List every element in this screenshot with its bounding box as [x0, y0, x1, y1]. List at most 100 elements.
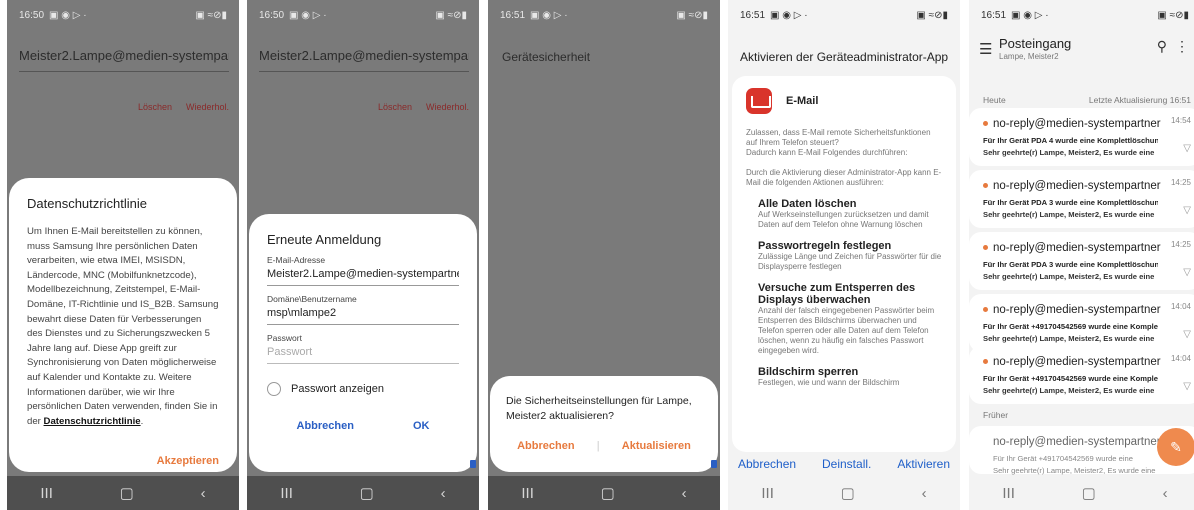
notification-icons: ▣ ◉ ▷ ·: [1011, 9, 1049, 21]
delete-button: Löschen: [137, 102, 172, 112]
cancel-button[interactable]: Abbrechen: [517, 440, 574, 452]
back-button[interactable]: ‹: [1163, 485, 1168, 502]
flag-icon[interactable]: ▽: [1183, 205, 1191, 216]
permission-title: Bildschirm sperren: [758, 366, 859, 378]
show-password-row[interactable]: Passwort anzeigen: [267, 382, 459, 396]
back-button[interactable]: ‹: [682, 485, 687, 502]
back-button[interactable]: ‹: [201, 485, 206, 502]
admin-intro-2: Dadurch kann E-Mail Folgendes durchführe…: [746, 148, 908, 157]
button-divider: |: [596, 440, 600, 452]
admin-permissions-card: E-Mail Zulassen, dass E-Mail remote Sich…: [732, 76, 956, 452]
nav-bar: III ▢ ‹: [488, 476, 720, 510]
flag-icon[interactable]: ▽: [1183, 381, 1191, 392]
domain-input[interactable]: msp\mlampe2: [267, 304, 459, 325]
mail-time: 14:25: [1170, 178, 1191, 187]
system-status-icons: ▣ ≈⊘▮: [1157, 9, 1189, 21]
permission-item: Alle Daten löschen Auf Werkseinstellunge…: [746, 198, 942, 230]
mail-item[interactable]: no-reply@medien-systempartner.de 14:04 F…: [969, 346, 1194, 404]
recent-apps-button[interactable]: III: [521, 485, 534, 502]
mail-item[interactable]: no-reply@medien-systempartner.de 14:25 F…: [969, 232, 1194, 290]
system-status-icons: ▣ ≈⊘▮: [916, 9, 948, 21]
recent-apps-button[interactable]: III: [280, 485, 293, 502]
dialog-title: Erneute Anmeldung: [267, 232, 382, 247]
home-button[interactable]: ▢: [120, 484, 134, 502]
permission-desc: Zulässige Länge und Zeichen für Passwört…: [758, 252, 942, 271]
system-status-icons: ▣ ≈⊘▮: [435, 9, 467, 21]
mail-item[interactable]: no-reply@medien-systempartner.de 14:54 F…: [969, 108, 1194, 166]
home-button[interactable]: ▢: [841, 484, 855, 502]
privacy-policy-link[interactable]: Datenschutzrichtlinie: [44, 416, 141, 427]
back-button[interactable]: ‹: [922, 485, 927, 502]
more-options-icon[interactable]: ⋮: [1175, 38, 1189, 55]
recent-apps-button[interactable]: III: [40, 485, 53, 502]
mail-preview: Sehr geehrte(r) Lampe, Meister2, Es wurd…: [983, 386, 1155, 395]
today-label: Heute: [983, 95, 1006, 105]
system-status-icons: ▣ ≈⊘▮: [676, 9, 708, 21]
compose-button[interactable]: ✎: [1157, 428, 1194, 466]
mail-sender: no-reply@medien-systempartner.de: [993, 241, 1161, 254]
mail-item[interactable]: no-reply@medien-systempartner.de 14:25 F…: [969, 170, 1194, 228]
back-button[interactable]: ‹: [441, 485, 446, 502]
mail-time: 14:25: [1170, 240, 1191, 249]
status-bar: 16:51 ▣ ◉ ▷ · ▣ ≈⊘▮: [969, 0, 1194, 30]
privacy-dialog: Datenschutzrichtlinie Um Ihnen E-Mail be…: [9, 178, 237, 472]
accept-button[interactable]: Akzeptieren: [157, 455, 219, 467]
uninstall-button[interactable]: Deinstall.: [822, 457, 871, 471]
admin-intro: Zulassen, dass E-Mail remote Sicherheits…: [746, 128, 931, 147]
mail-time: 14:04: [1170, 354, 1191, 363]
recent-apps-button[interactable]: III: [761, 485, 774, 502]
status-bar: 16:51 ▣ ◉ ▷ · ▣ ≈⊘▮: [728, 0, 960, 30]
email-address-field: Meister2.Lampe@medien-systempartner.de: [19, 48, 229, 72]
notification-icons: ▣ ◉ ▷ ·: [530, 9, 568, 21]
phone-screen-inbox: 16:51 ▣ ◉ ▷ · ▣ ≈⊘▮ ☰ Posteingang Lampe, …: [969, 0, 1194, 510]
home-button[interactable]: ▢: [601, 484, 615, 502]
home-button[interactable]: ▢: [360, 484, 374, 502]
permission-desc: Anzahl der falsch eingegebenen Passwörte…: [758, 306, 935, 355]
home-button[interactable]: ▢: [1082, 484, 1096, 502]
dialog-body: Um Ihnen E-Mail bereitstellen zu können,…: [27, 226, 219, 427]
mail-subject: Für Ihr Gerät PDA 3 wurde eine Komplettl…: [983, 198, 1158, 207]
repeat-button: Wiederhol.: [425, 102, 469, 112]
security-update-dialog: Die Sicherheitseinstellungen für Lampe, …: [490, 376, 718, 472]
mail-preview: Sehr geehrte(r) Lampe, Meister2, Es wurd…: [983, 272, 1155, 281]
nav-bar: III ▢ ‹: [969, 476, 1194, 510]
notification-icons: ▣ ◉ ▷ ·: [289, 9, 327, 21]
mail-sender: no-reply@medien-systempartner.de: [993, 303, 1161, 316]
ok-button[interactable]: OK: [413, 420, 430, 432]
mail-subject: Für Ihr Gerät +491704542569 wurde eine K…: [983, 374, 1158, 383]
page-title: Gerätesicherheit: [502, 50, 591, 64]
last-update-label: Letzte Aktualisierung 16:51: [1088, 95, 1191, 105]
clock: 16:51: [740, 9, 766, 21]
search-icon[interactable]: ⚲: [1157, 38, 1167, 55]
mail-item[interactable]: no-reply@medien-systempartner.de 14:04 F…: [969, 294, 1194, 352]
update-button[interactable]: Aktualisieren: [622, 440, 691, 452]
background-buttons: Löschen Wiederhol.: [378, 102, 469, 112]
clock: 16:50: [19, 9, 45, 21]
mail-sender: no-reply@medien-systempartner.de: [993, 179, 1161, 192]
recent-apps-button[interactable]: III: [1002, 485, 1015, 502]
mail-sender: no-reply@medien-systempartner.de: [993, 117, 1161, 130]
cancel-button[interactable]: Abbrechen: [297, 420, 354, 432]
flag-icon[interactable]: ▽: [1183, 267, 1191, 278]
permission-title: Passwortregeln festlegen: [758, 240, 892, 252]
flag-icon[interactable]: ▽: [1183, 143, 1191, 154]
flag-icon[interactable]: ▽: [1183, 329, 1191, 340]
status-bar: 16:50 ▣ ◉ ▷ · ▣ ≈⊘▮: [247, 0, 479, 30]
phone-screen-relogin: 16:50 ▣ ◉ ▷ · ▣ ≈⊘▮ Meister2.Lampe@medien…: [247, 0, 479, 510]
clock: 16:51: [500, 9, 526, 21]
privacy-text: Um Ihnen E-Mail bereitstellen zu können,…: [27, 226, 219, 427]
show-password-radio[interactable]: [267, 382, 281, 396]
cancel-button[interactable]: Abbrechen: [738, 457, 796, 471]
background-buttons: Löschen Wiederhol.: [138, 102, 229, 112]
email-app-icon: [746, 88, 772, 114]
menu-icon[interactable]: ☰: [979, 40, 992, 58]
activate-button[interactable]: Aktivieren: [897, 457, 950, 471]
nav-bar: III ▢ ‹: [247, 476, 479, 510]
password-input[interactable]: Passwort: [267, 343, 459, 364]
nav-bar: III ▢ ‹: [728, 476, 960, 510]
dialog-title: Datenschutzrichtlinie: [27, 196, 147, 211]
unread-dot-icon: [983, 121, 988, 127]
page-title: Aktivieren der Geräteadministrator-App: [740, 50, 949, 64]
phone-screen-device-admin: 16:51 ▣ ◉ ▷ · ▣ ≈⊘▮ Aktivieren der Geräte…: [728, 0, 960, 510]
email-input[interactable]: Meister2.Lampe@medien-systempartner.de: [267, 265, 459, 286]
